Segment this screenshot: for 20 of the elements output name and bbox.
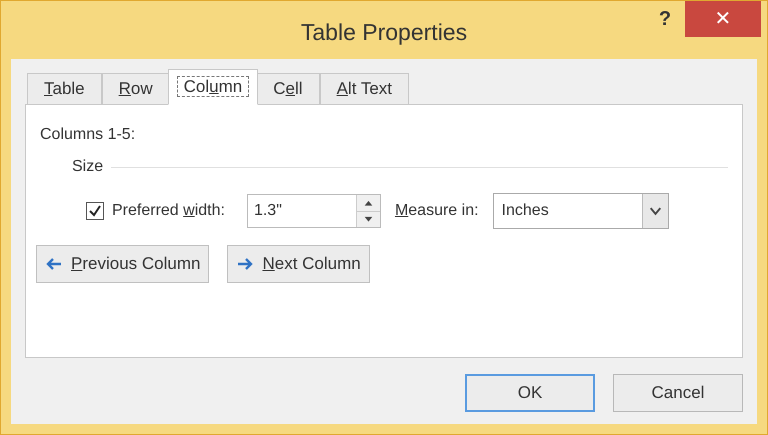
previous-button[interactable]: Previous Column xyxy=(36,245,210,283)
dialog-button[interactable]: OK xyxy=(465,374,595,412)
tab[interactable]: Cell xyxy=(256,73,320,105)
checkbox[interactable] xyxy=(86,202,104,220)
help-button[interactable]: ? xyxy=(645,1,685,37)
tab[interactable]: Table xyxy=(27,73,102,105)
next-button[interactable]: Next Column xyxy=(227,245,370,283)
measure-in-label: Measure in: xyxy=(394,201,479,221)
measure-dropdown[interactable]: Inches xyxy=(492,193,669,229)
close-button[interactable]: ✕ xyxy=(685,1,761,37)
window-title: Table Properties xyxy=(300,18,468,47)
group-label: Size xyxy=(72,157,104,177)
tab[interactable]: Row xyxy=(102,73,170,105)
tab[interactable]: Column xyxy=(168,69,258,105)
checkmark-icon xyxy=(88,204,102,218)
section-heading: Columns 1-5: xyxy=(40,125,136,145)
width-spinner[interactable]: 1.3" xyxy=(246,194,381,228)
preferred-width-label: Preferred width: xyxy=(112,201,225,221)
dialog-button[interactable]: Cancel xyxy=(613,374,743,412)
tab[interactable]: Alt Text xyxy=(320,73,410,105)
